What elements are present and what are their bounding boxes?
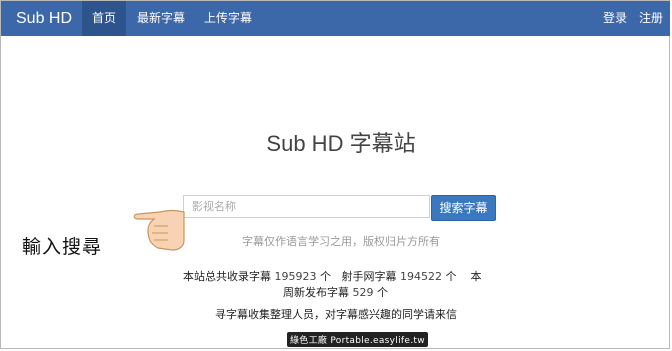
nav-latest-subtitles[interactable]: 最新字幕 <box>133 1 189 36</box>
stats-shooter-label: 射手网字幕 <box>341 270 397 283</box>
nav-home[interactable]: 首页 <box>82 1 126 36</box>
brand-logo[interactable]: Sub HD <box>16 1 72 36</box>
stats-block: 本站总共收录字幕 195923 个 射手网字幕 194522 个 本 周新发布字… <box>183 269 503 301</box>
stats-week-count: 529 <box>352 286 374 299</box>
login-link[interactable]: 登录 <box>599 1 631 36</box>
watermark: 綠色工廠 Portable.easylife.tw <box>287 332 428 347</box>
stats-total-count: 195923 <box>274 270 317 283</box>
top-navbar: Sub HD 首页 最新字幕 上传字幕 登录 注册 <box>1 1 670 36</box>
stats-shooter-count: 194522 <box>400 270 442 283</box>
register-link[interactable]: 注册 <box>635 1 667 36</box>
annotation-label: 輸入搜尋 <box>22 236 103 258</box>
stats-week-prefix: 本 <box>470 270 482 283</box>
stats-week-label: 周新发布字幕 <box>283 286 349 299</box>
search-input[interactable] <box>183 195 430 218</box>
site-title: Sub HD 字幕站 <box>266 131 416 156</box>
stats-unit: 个 <box>320 270 331 283</box>
nav-upload-subtitles[interactable]: 上传字幕 <box>199 1 257 36</box>
stats-total-label: 本站总共收录字幕 <box>183 270 271 283</box>
search-button[interactable]: 搜索字幕 <box>431 195 496 221</box>
stats-unit: 个 <box>377 286 388 299</box>
pointing-hand-icon <box>128 204 188 260</box>
recruit-notice: 寻字幕收集整理人员，对字幕感兴趣的同学请来信 <box>215 308 457 321</box>
stats-unit: 个 <box>445 270 457 283</box>
